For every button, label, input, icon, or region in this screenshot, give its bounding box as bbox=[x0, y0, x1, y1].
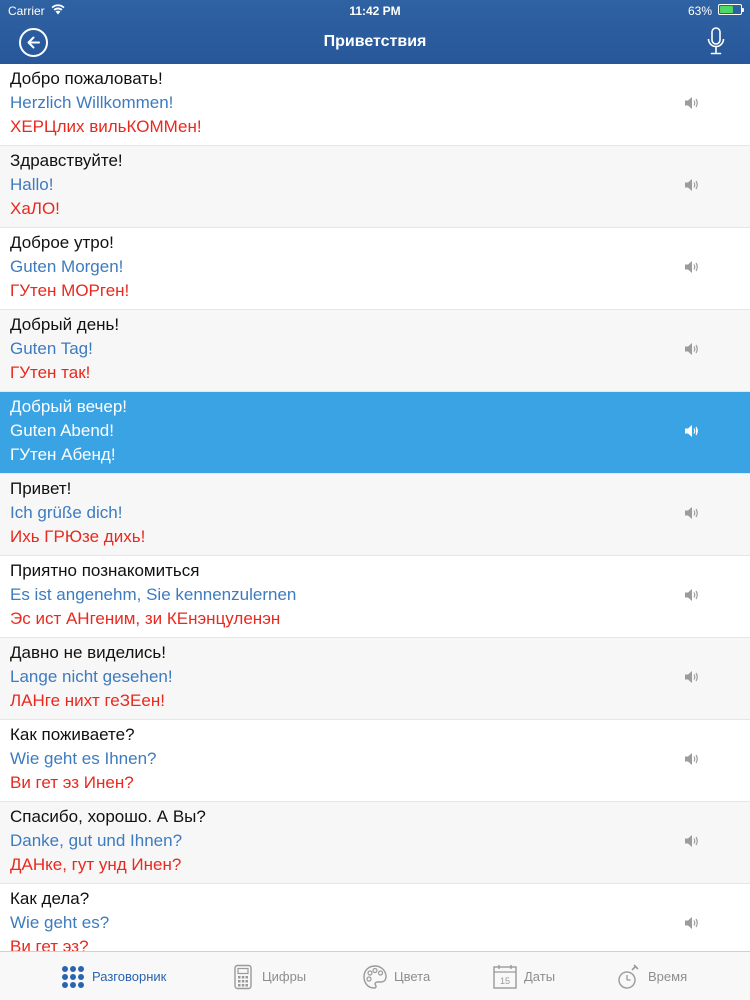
grid-dots-icon bbox=[62, 965, 84, 988]
phrase-row[interactable]: Как дела? Wie geht es? Ви гет эз? bbox=[0, 884, 750, 951]
tab-numbers[interactable]: Цифры bbox=[230, 952, 306, 1000]
tab-bar: Разговорник Цифры Цвета 15 Даты Время bbox=[0, 951, 750, 1000]
palette-icon bbox=[363, 964, 387, 989]
phrase-transcription: Эс ист АНгеним, зи КЕнэнцуленэн bbox=[10, 609, 281, 628]
speaker-icon[interactable] bbox=[684, 916, 700, 930]
phrase-row[interactable]: Как поживаете? Wie geht es Ihnen? Ви гет э… bbox=[0, 720, 750, 802]
phrase-row[interactable]: Здравствуйте! Hallo! ХаЛО! bbox=[0, 146, 750, 228]
speaker-icon[interactable] bbox=[684, 752, 700, 766]
phrase-german: Es ist angenehm, Sie kennenzulernen bbox=[10, 585, 297, 604]
tab-label-numbers: Цифры bbox=[262, 969, 307, 984]
battery-percent: 63% bbox=[687, 4, 712, 18]
speaker-icon[interactable] bbox=[684, 260, 700, 274]
speaker-icon[interactable] bbox=[684, 178, 700, 192]
status-bar: Carrier 11:42 PM 63% bbox=[0, 0, 750, 22]
phrase-native: Добрый день! bbox=[10, 315, 120, 334]
phrase-transcription: ГУтен так! bbox=[10, 363, 91, 382]
phrase-german: Danke, gut und Ihnen? bbox=[10, 831, 183, 850]
tab-label-dates: Даты bbox=[524, 969, 556, 984]
phrase-german: Guten Abend! bbox=[10, 421, 114, 440]
phrase-row[interactable]: Спасибо, хорошо. А Вы? Danke, gut und Ihn… bbox=[0, 802, 750, 884]
phrase-native: Добро пожаловать! bbox=[10, 69, 163, 88]
tab-label-colors: Цвета bbox=[394, 969, 431, 984]
phrase-transcription: ЛАНге нихт геЗЕен! bbox=[10, 691, 165, 710]
phrase-german: Guten Tag! bbox=[10, 339, 93, 358]
speaker-icon[interactable] bbox=[684, 342, 700, 356]
phrase-native: Привет! bbox=[10, 479, 72, 498]
phrase-german: Ich grüße dich! bbox=[10, 503, 123, 522]
phrase-transcription: ДАНке, гут унд Инен? bbox=[10, 855, 182, 874]
phrase-native: Как дела? bbox=[10, 889, 90, 908]
phrase-german: Lange nicht gesehen! bbox=[10, 667, 173, 686]
phrase-row[interactable]: Добро пожаловать! Herzlich Willkommen! ХЕР… bbox=[0, 64, 750, 146]
phrase-transcription: Ихь ГРЮзе дихь! bbox=[10, 527, 146, 546]
microphone-icon[interactable] bbox=[706, 26, 726, 58]
phrase-transcription: ГУтен Абенд! bbox=[10, 445, 116, 464]
speaker-icon[interactable] bbox=[684, 424, 700, 438]
calculator-icon bbox=[234, 964, 252, 989]
phrase-transcription: ХЕРЦлих вильКОММен! bbox=[10, 117, 202, 136]
battery-fill bbox=[720, 6, 733, 13]
phrase-german: Herzlich Willkommen! bbox=[10, 93, 174, 112]
status-time: 11:42 PM bbox=[349, 4, 401, 18]
tab-dates[interactable]: 15 Даты bbox=[492, 952, 555, 1000]
tab-time[interactable]: Время bbox=[616, 952, 687, 1000]
speaker-icon[interactable] bbox=[684, 670, 700, 684]
app-screen: Carrier 11:42 PM 63% Приветствия Добро п… bbox=[0, 0, 750, 1000]
phrase-transcription: Ви гет эз Инен? bbox=[10, 773, 134, 792]
phrase-german: Hallo! bbox=[10, 175, 54, 194]
speaker-icon[interactable] bbox=[684, 834, 700, 848]
header: Carrier 11:42 PM 63% Приветствия bbox=[0, 0, 750, 64]
phrase-row[interactable]: Приятно познакомиться Es ist angenehm, Si… bbox=[0, 556, 750, 638]
phrase-native: Спасибо, хорошо. А Вы? bbox=[10, 807, 206, 826]
phrase-row[interactable]: Доброе утро! Guten Morgen! ГУтен МОРген! bbox=[0, 228, 750, 310]
phrase-native: Добрый вечер! bbox=[10, 397, 128, 416]
phrase-german: Wie geht es Ihnen? bbox=[10, 749, 157, 768]
tab-colors[interactable]: Цвета bbox=[362, 952, 430, 1000]
calendar-icon-day: 15 bbox=[500, 976, 510, 986]
page-title: Приветствия bbox=[323, 33, 427, 50]
speaker-icon[interactable] bbox=[684, 96, 700, 110]
battery-icon bbox=[718, 4, 744, 15]
phrase-row[interactable]: Привет! Ich grüße dich! Ихь ГРЮзе дихь! bbox=[0, 474, 750, 556]
stopwatch-icon bbox=[618, 963, 639, 989]
phrase-native: Как поживаете? bbox=[10, 725, 135, 744]
phrase-transcription: Ви гет эз? bbox=[10, 937, 89, 951]
phrase-row[interactable]: Добрый вечер! Guten Abend! ГУтен Абенд! bbox=[0, 392, 750, 474]
tab-phrasebook[interactable]: Разговорник bbox=[60, 952, 166, 1000]
phrase-native: Доброе утро! bbox=[10, 233, 114, 252]
phrase-native: Давно не виделись! bbox=[10, 643, 166, 662]
phrase-row[interactable]: Давно не виделись! Lange nicht gesehen! ЛА… bbox=[0, 638, 750, 720]
tab-label-time: Время bbox=[648, 969, 688, 984]
calendar-icon: 15 bbox=[493, 964, 517, 989]
speaker-icon[interactable] bbox=[684, 506, 700, 520]
phrase-row[interactable]: Добрый день! Guten Tag! ГУтен так! bbox=[0, 310, 750, 392]
phrase-transcription: ГУтен МОРген! bbox=[10, 281, 130, 300]
phrase-native: Здравствуйте! bbox=[10, 151, 123, 170]
phrase-list[interactable]: Добро пожаловать! Herzlich Willkommen! ХЕР… bbox=[0, 64, 750, 951]
navigation-bar: Приветствия bbox=[0, 22, 750, 64]
tab-label-phrasebook: Разговорник bbox=[92, 969, 167, 984]
phrase-german: Guten Morgen! bbox=[10, 257, 124, 276]
phrase-transcription: ХаЛО! bbox=[10, 199, 60, 218]
speaker-icon[interactable] bbox=[684, 588, 700, 602]
phrase-native: Приятно познакомиться bbox=[10, 561, 200, 580]
phrase-german: Wie geht es? bbox=[10, 913, 110, 932]
